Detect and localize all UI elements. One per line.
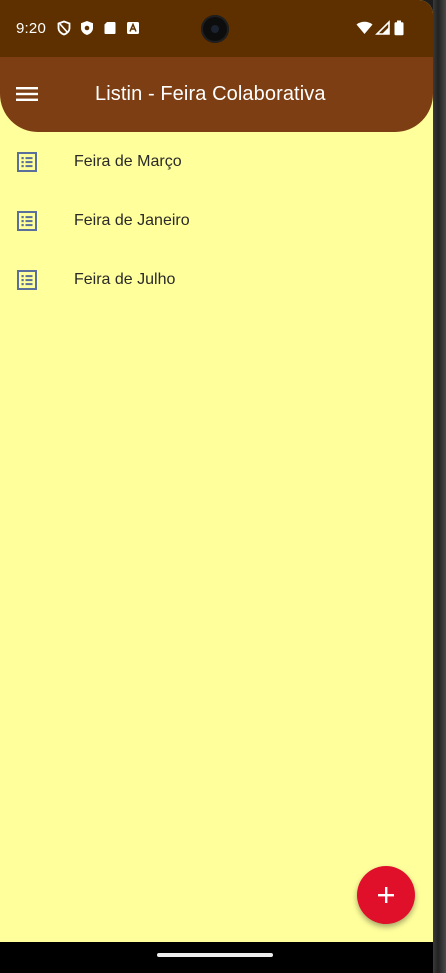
device-frame: 9:20 Listin - Feira Colaborativa Feira d…: [0, 0, 446, 973]
list-item[interactable]: Feira de Março: [0, 132, 433, 191]
shield-filled-icon: [81, 21, 93, 35]
menu-button[interactable]: [10, 77, 44, 111]
app-bar: Listin - Feira Colaborativa: [0, 57, 433, 132]
hamburger-menu-icon: [16, 87, 38, 101]
page-title: Listin - Feira Colaborativa: [95, 83, 326, 105]
list-item[interactable]: Feira de Janeiro: [0, 191, 433, 250]
signal-icon: [375, 20, 390, 35]
status-bar: 9:20: [0, 0, 433, 57]
home-gesture-handle[interactable]: [157, 953, 273, 957]
list-item-label: Feira de Janeiro: [74, 211, 190, 229]
list-alt-icon: [17, 151, 37, 172]
shield-outline-icon: [57, 20, 71, 36]
status-time: 9:20: [16, 20, 46, 37]
list-alt-icon: [17, 269, 37, 290]
front-camera: [201, 15, 229, 43]
battery-icon: [394, 20, 404, 36]
app-screen: 9:20 Listin - Feira Colaborativa Feira d…: [0, 0, 433, 973]
list-item[interactable]: Feira de Julho: [0, 250, 433, 309]
list-item-label: Feira de Julho: [74, 270, 176, 288]
market-list: Feira de Março Feira de Janeiro Feira de…: [0, 132, 433, 309]
text-box-icon: [127, 22, 139, 34]
plus-icon: [378, 887, 394, 903]
sd-card-icon: [104, 22, 116, 34]
add-list-button[interactable]: [357, 866, 415, 924]
device-bezel: [433, 0, 446, 973]
wifi-icon: [356, 21, 373, 34]
list-item-label: Feira de Março: [74, 152, 182, 170]
system-nav-bar: [0, 942, 433, 973]
list-alt-icon: [17, 210, 37, 231]
